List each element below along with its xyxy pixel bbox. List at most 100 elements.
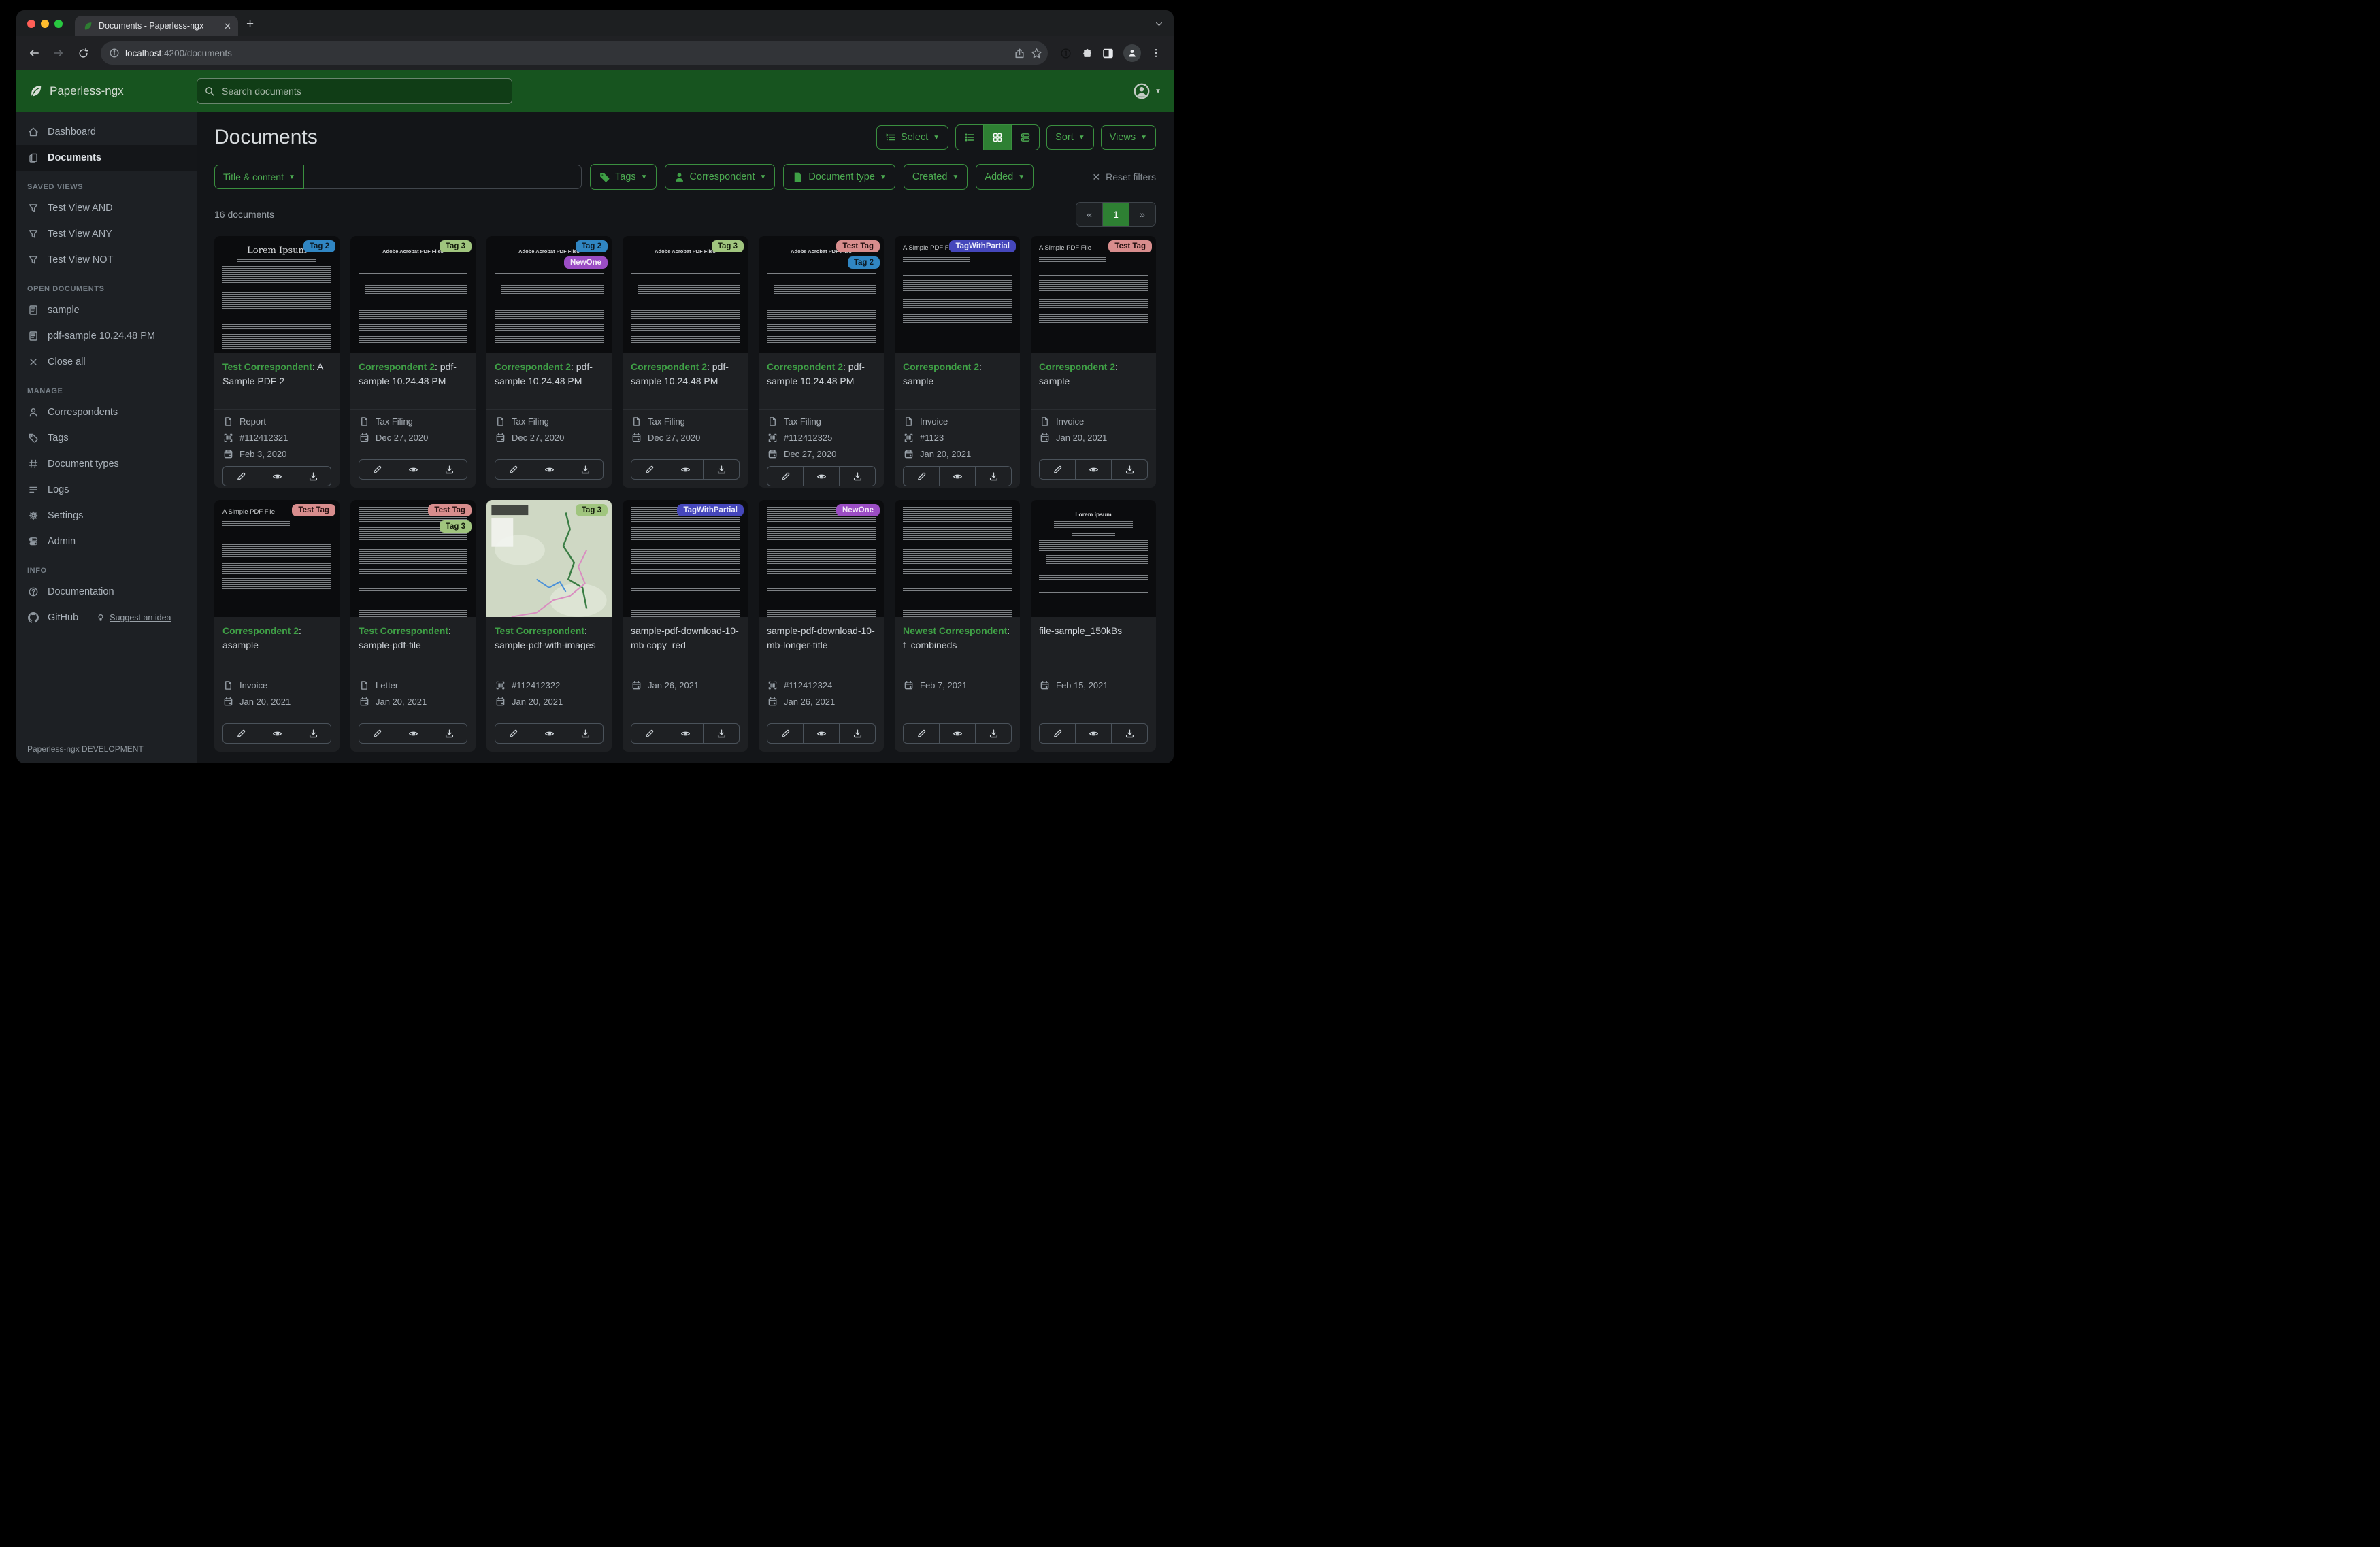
view-button[interactable] — [259, 724, 295, 743]
forward-button[interactable] — [48, 42, 69, 64]
card-preview[interactable]: NewOne — [759, 500, 884, 617]
download-button[interactable] — [975, 724, 1011, 743]
browser-profile-avatar[interactable] — [1123, 44, 1141, 62]
view-button[interactable] — [531, 724, 567, 743]
edit-button[interactable] — [904, 724, 939, 743]
card-correspondent-link[interactable]: Correspondent 2 — [222, 625, 299, 636]
card-preview[interactable]: A Simple PDF File Test Tag — [1031, 236, 1156, 353]
edit-button[interactable] — [767, 724, 803, 743]
document-card[interactable]: Tag 3 Test Correspondent: sample-pdf-wit… — [486, 500, 612, 752]
sidebar-item-test-view-not[interactable]: Test View NOT — [16, 247, 197, 273]
document-card[interactable]: A Simple PDF File Test Tag Correspondent… — [214, 500, 340, 752]
tab-close-icon[interactable]: ✕ — [224, 22, 231, 31]
document-card[interactable]: Adobe Acrobat PDF Files Tag 3 Correspond… — [350, 236, 476, 488]
browser-tab[interactable]: Documents - Paperless-ngx ✕ — [75, 16, 238, 36]
document-card[interactable]: Adobe Acrobat PDF Files Test Tag Tag 2 Co… — [759, 236, 884, 488]
sort-button[interactable]: Sort ▼ — [1046, 125, 1094, 150]
download-button[interactable] — [431, 460, 467, 479]
tag-badge[interactable]: TagWithPartial — [949, 240, 1016, 252]
app-brand[interactable]: Paperless-ngx — [29, 84, 197, 99]
download-button[interactable] — [431, 724, 467, 743]
search-input[interactable] — [220, 85, 505, 97]
extensions-puzzle-icon[interactable] — [1081, 48, 1093, 59]
bookmark-star-icon[interactable] — [1031, 48, 1042, 59]
tag-badge[interactable]: Tag 2 — [303, 240, 335, 252]
tag-badge[interactable]: Test Tag — [1108, 240, 1152, 252]
zoom-window-button[interactable] — [54, 20, 63, 28]
sidebar-item-correspondents[interactable]: Correspondents — [16, 399, 197, 425]
card-preview[interactable] — [895, 500, 1020, 617]
sidebar-item-test-view-and[interactable]: Test View AND — [16, 195, 197, 221]
reset-filters-button[interactable]: ✕ Reset filters — [1092, 171, 1156, 183]
sidebar-item-documentation[interactable]: Documentation — [16, 579, 197, 605]
card-preview[interactable]: A Simple PDF File Test Tag — [214, 500, 340, 617]
card-preview[interactable]: Adobe Acrobat PDF Files Tag 3 — [350, 236, 476, 353]
sidebar-item-close-all[interactable]: Close all — [16, 349, 197, 375]
download-button[interactable] — [1111, 724, 1147, 743]
view-mode-grid[interactable] — [983, 125, 1012, 150]
sidebar-item-document-types[interactable]: Document types — [16, 451, 197, 477]
card-correspondent-link[interactable]: Test Correspondent — [359, 625, 448, 636]
download-button[interactable] — [975, 467, 1011, 486]
side-panel-icon[interactable] — [1102, 48, 1114, 59]
card-preview[interactable]: A Simple PDF File TagWithPartial — [895, 236, 1020, 353]
tag-badge[interactable]: NewOne — [836, 504, 880, 516]
view-mode-detail[interactable] — [1011, 125, 1039, 150]
download-button[interactable] — [703, 724, 739, 743]
download-button[interactable] — [295, 467, 331, 486]
filter-correspondent-button[interactable]: Correspondent ▼ — [664, 164, 776, 190]
download-button[interactable] — [1111, 460, 1147, 479]
edit-button[interactable] — [1040, 724, 1075, 743]
card-correspondent-link[interactable]: Correspondent 2 — [495, 361, 571, 372]
tab-search-chevron-icon[interactable] — [1154, 19, 1164, 29]
card-correspondent-link[interactable]: Correspondent 2 — [767, 361, 843, 372]
download-button[interactable] — [567, 460, 603, 479]
document-card[interactable]: Test Tag Tag 3 Test Correspondent: sample… — [350, 500, 476, 752]
tag-badge[interactable]: Tag 2 — [575, 240, 608, 252]
document-card[interactable]: Adobe Acrobat PDF Files Tag 2 NewOne Corr… — [486, 236, 612, 488]
site-info-icon[interactable] — [109, 48, 120, 59]
new-tab-button[interactable]: + — [238, 17, 263, 36]
card-correspondent-link[interactable]: Correspondent 2 — [903, 361, 979, 372]
download-button[interactable] — [703, 460, 739, 479]
document-card[interactable]: TagWithPartial sample-pdf-download-10-mb… — [623, 500, 748, 752]
card-preview[interactable]: TagWithPartial — [623, 500, 748, 617]
document-card[interactable]: Adobe Acrobat PDF Files Tag 3 Correspond… — [623, 236, 748, 488]
filter-tags-button[interactable]: Tags ▼ — [590, 164, 657, 190]
sidebar-item-sample[interactable]: sample — [16, 297, 197, 323]
card-preview[interactable]: Adobe Acrobat PDF Files Tag 2 NewOne — [486, 236, 612, 353]
page-prev-button[interactable]: « — [1076, 203, 1102, 226]
card-preview[interactable]: Adobe Acrobat PDF Files Tag 3 — [623, 236, 748, 353]
edit-button[interactable] — [223, 467, 259, 486]
sidebar-item-github[interactable]: GitHub Suggest an idea — [16, 605, 197, 631]
edit-button[interactable] — [767, 467, 803, 486]
minimize-window-button[interactable] — [41, 20, 49, 28]
back-button[interactable] — [23, 42, 45, 64]
page-next-button[interactable]: » — [1129, 203, 1155, 226]
view-button[interactable] — [939, 467, 975, 486]
share-icon[interactable] — [1014, 48, 1025, 59]
tag-badge[interactable]: Test Tag — [836, 240, 880, 252]
reload-button[interactable] — [72, 42, 94, 64]
user-avatar-icon[interactable] — [1133, 82, 1151, 100]
filter-document-type-button[interactable]: Document type ▼ — [783, 164, 895, 190]
document-card[interactable]: Newest Correspondent: f_combineds Feb 7,… — [895, 500, 1020, 752]
edit-button[interactable] — [631, 724, 667, 743]
card-correspondent-link[interactable]: Test Correspondent — [495, 625, 584, 636]
sidebar-item-test-view-any[interactable]: Test View ANY — [16, 221, 197, 247]
filter-field-selector[interactable]: Title & content ▼ — [214, 165, 304, 189]
edit-button[interactable] — [359, 460, 395, 479]
sidebar-item-admin[interactable]: Admin — [16, 529, 197, 554]
tag-badge[interactable]: Test Tag — [428, 504, 472, 516]
sidebar-item-settings[interactable]: Settings — [16, 503, 197, 529]
tag-badge[interactable]: Tag 3 — [439, 240, 472, 252]
tag-badge[interactable]: Tag 3 — [575, 504, 608, 516]
card-correspondent-link[interactable]: Test Correspondent — [222, 361, 312, 372]
document-card[interactable]: Lorem Ipsum Tag 2 Test Correspondent: A … — [214, 236, 340, 488]
edit-button[interactable] — [495, 460, 531, 479]
document-card[interactable]: Lorem ipsum file-sample_150kBs Feb 15, 2… — [1031, 500, 1156, 752]
download-button[interactable] — [839, 467, 875, 486]
edit-button[interactable] — [223, 724, 259, 743]
card-correspondent-link[interactable]: Newest Correspondent — [903, 625, 1007, 636]
document-card[interactable]: A Simple PDF File Test Tag Correspondent… — [1031, 236, 1156, 488]
